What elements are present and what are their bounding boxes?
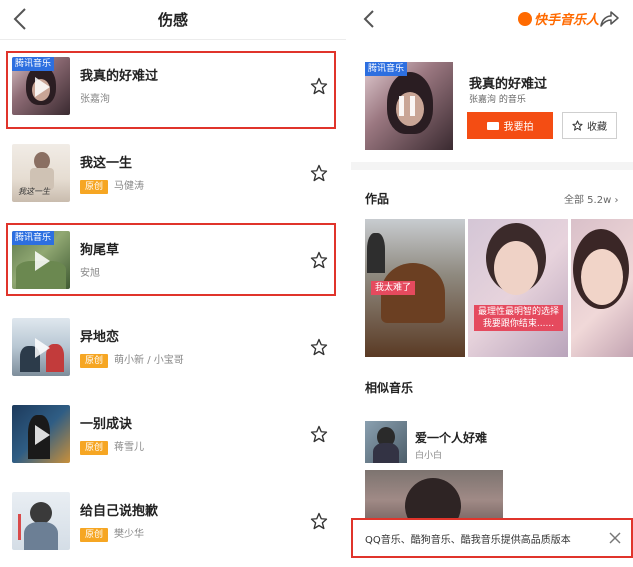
similar-song-title: 爱一个人好难 (415, 431, 488, 445)
star-icon[interactable] (310, 338, 328, 356)
page-title: 伤感 (157, 11, 188, 29)
back-arrow-icon[interactable] (361, 8, 379, 30)
song-cover[interactable] (12, 318, 70, 376)
song-artist: 张嘉洵 的音乐 (469, 95, 526, 105)
original-badge: 原创 (80, 441, 109, 455)
song-artist: 马健涛 (114, 181, 145, 192)
works-title: 作品 (365, 192, 390, 206)
shoot-label: 我要拍 (503, 122, 534, 133)
share-icon[interactable] (599, 10, 619, 28)
banner-text: QQ音乐、酷狗音乐、酷我音乐提供高品质版本 (365, 535, 571, 546)
pause-icon[interactable] (399, 96, 417, 116)
tencent-music-tag: 腾讯音乐 (365, 62, 408, 76)
song-artist: 蒋雪儿 (114, 442, 145, 453)
song-row[interactable]: 异地恋 原创 萌小新 / 小宝哥 (0, 304, 346, 391)
kuaishou-music-logo: 快手音乐人 (518, 9, 599, 28)
work-thumbnail[interactable]: 我太难了 (365, 219, 465, 357)
cover-text: 我这一生 (18, 187, 50, 196)
playlist-panel: 伤感 腾讯音乐 我真的好难过 张嘉洵 我这一生 我这一生 原创 马健涛 腾讯音乐… (0, 0, 346, 567)
works-count: 全部 5.2w (564, 195, 612, 206)
chevron-right-icon: › (614, 195, 619, 206)
song-artist: 樊少华 (114, 529, 145, 540)
song-title: 给自己说抱歉 (80, 504, 159, 519)
star-icon[interactable] (310, 425, 328, 443)
highlight-box (6, 223, 336, 296)
original-badge: 原创 (80, 354, 109, 368)
works-all-link[interactable]: 全部 5.2w › (564, 191, 618, 206)
song-title: 我这一生 (80, 156, 133, 171)
song-meta: 原创 萌小新 / 小宝哥 (80, 351, 184, 368)
song-row[interactable]: 我这一生 我这一生 原创 马健涛 (0, 130, 346, 217)
play-icon[interactable] (35, 425, 50, 445)
original-badge: 原创 (80, 180, 109, 194)
quality-banner[interactable]: QQ音乐、酷狗音乐、酷我音乐提供高品质版本 (351, 518, 633, 558)
song-row[interactable]: 给自己说抱歉 原创 樊少华 (0, 478, 346, 565)
original-badge: 原创 (80, 528, 109, 542)
close-icon[interactable] (609, 532, 621, 544)
highlight-box (6, 51, 336, 129)
favorite-button[interactable]: 收藏 (562, 112, 617, 139)
star-icon (572, 120, 583, 131)
camera-icon (486, 121, 499, 130)
song-cover[interactable]: 我这一生 (12, 144, 70, 202)
work-caption: 我太难了 (371, 281, 416, 295)
similar-cover[interactable] (365, 421, 407, 463)
song-meta: 原创 马健涛 (80, 177, 144, 194)
song-title: 异地恋 (80, 330, 120, 345)
work-thumbnail[interactable] (571, 219, 633, 357)
song-meta: 原创 蒋雪儿 (80, 438, 144, 455)
album-cover[interactable]: 腾讯音乐 (365, 62, 453, 150)
logo-text: 快手音乐人 (534, 13, 600, 28)
favorite-label: 收藏 (587, 122, 607, 133)
similar-song-artist: 白小白 (415, 451, 443, 461)
similar-title: 相似音乐 (365, 381, 414, 395)
star-icon[interactable] (310, 512, 328, 530)
song-cover[interactable] (12, 405, 70, 463)
playlist-header: 伤感 (0, 0, 346, 40)
song-detail-panel: 快手音乐人 腾讯音乐 我真的好难过 张嘉洵 的音乐 我要拍 收藏 作品 全部 5… (351, 0, 633, 567)
song-cover[interactable] (12, 492, 70, 550)
song-title: 我真的好难过 (469, 77, 548, 92)
play-icon[interactable] (35, 338, 50, 358)
work-thumbnail[interactable]: 最理性最明智的选择 我要跟你结束...... (468, 219, 568, 357)
song-artist: 萌小新 / 小宝哥 (114, 355, 184, 366)
song-row[interactable]: 一别成诀 原创 蒋雪儿 (0, 391, 346, 478)
song-title: 一别成诀 (80, 417, 133, 432)
logo-mark-icon (518, 12, 532, 26)
section-divider (351, 162, 633, 170)
work-caption: 最理性最明智的选择 我要跟你结束...... (474, 305, 564, 331)
shoot-button[interactable]: 我要拍 (467, 112, 553, 139)
star-icon[interactable] (310, 164, 328, 182)
song-meta: 原创 樊少华 (80, 525, 144, 542)
detail-header: 快手音乐人 (351, 0, 633, 38)
